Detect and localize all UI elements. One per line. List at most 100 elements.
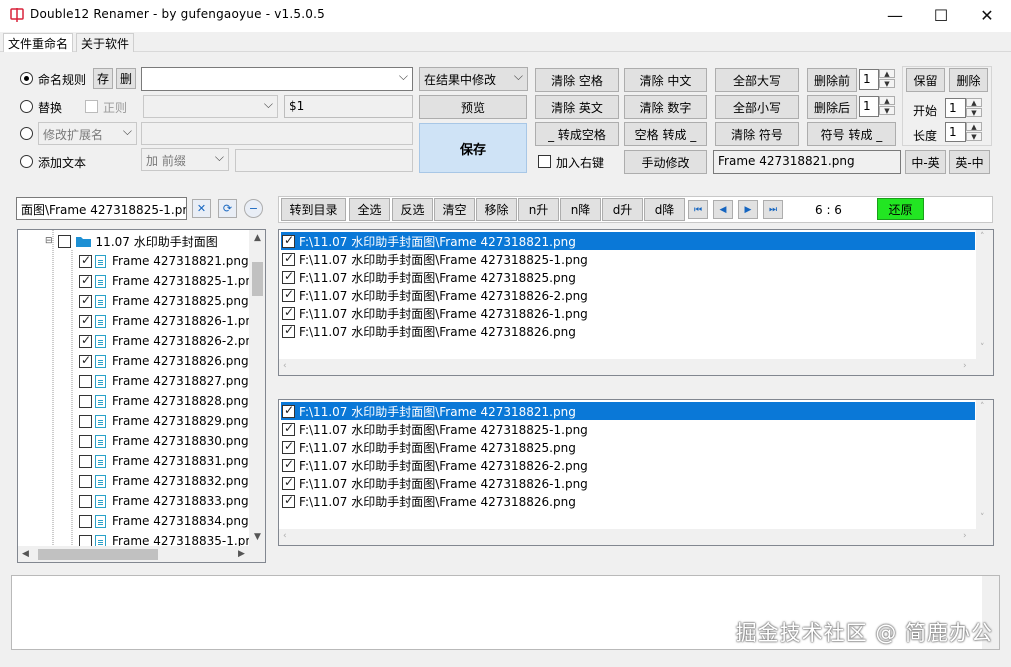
invert-selection-button[interactable]: 反选 [392,198,433,221]
ext-select[interactable]: 修改扩展名 [38,122,137,145]
source-list-checkbox[interactable] [282,287,295,302]
tree-file-checkbox[interactable] [79,434,92,448]
n-desc-button[interactable]: n降 [560,198,601,221]
zh-en-button[interactable]: 中-英 [905,150,946,174]
tree-file-row[interactable]: Frame 427318826-1.pn [79,311,253,331]
tree-file-row[interactable]: Frame 427318830.png [79,431,249,451]
source-list-row[interactable]: F:\11.07 水印助手封面图\Frame 427318825.png [281,268,975,286]
tree-file-checkbox[interactable] [79,253,92,268]
source-hscrollbar[interactable]: ‹ › [279,359,993,375]
source-scrollbar[interactable]: ˄ ˅ [976,230,993,359]
regex-checkbox[interactable] [85,100,98,113]
source-list-row[interactable]: F:\11.07 水印助手封面图\Frame 427318826-2.png [281,286,975,304]
tab-about[interactable]: 关于软件 [76,33,135,52]
file-tree[interactable]: ⊟ 11.07 水印助手封面图 Frame 427318821.png Frame… [17,229,266,563]
en-zh-button[interactable]: 英-中 [949,150,990,174]
ext-radio[interactable] [20,127,33,140]
result-list-checkbox[interactable] [282,421,295,436]
delete-after-button[interactable]: 删除后 [807,95,857,119]
delete-before-down-icon[interactable]: ▼ [879,79,895,88]
tree-file-checkbox[interactable] [79,394,92,408]
result-list-checkbox[interactable] [282,475,295,490]
clear-symbols-button[interactable]: 清除 符号 [715,122,799,146]
length-field[interactable]: 1 [945,122,966,142]
tree-file-checkbox[interactable] [79,374,92,388]
minus-circle-icon[interactable]: − [244,199,263,218]
source-list-row[interactable]: F:\11.07 水印助手封面图\Frame 427318826-1.png [281,304,975,322]
clear-english-button[interactable]: 清除 英文 [535,95,619,119]
source-list[interactable]: F:\11.07 水印助手封面图\Frame 427318821.png F:\1… [278,229,994,376]
close-icon[interactable]: ✕ [192,199,211,218]
clear-list-button[interactable]: 清空 [434,198,475,221]
result-hscrollbar[interactable]: ‹ › [279,529,993,545]
tree-folder-checkbox[interactable] [57,234,71,248]
clear-digits-button[interactable]: 清除 数字 [624,95,707,119]
mode-select[interactable]: 在结果中修改 [419,67,528,91]
tab-file-rename[interactable]: 文件重命名 [3,33,74,53]
result-list-row[interactable]: F:\11.07 水印助手封面图\Frame 427318821.png [281,402,975,420]
all-upper-button[interactable]: 全部大写 [715,68,799,92]
rule-select[interactable] [141,67,413,91]
result-list[interactable]: F:\11.07 水印助手封面图\Frame 427318821.png F:\1… [278,399,994,546]
tree-file-checkbox[interactable] [79,333,92,348]
length-down-icon[interactable]: ▼ [966,132,982,141]
restore-button[interactable]: 还原 [877,198,924,220]
close-button[interactable]: ✕ [964,0,1010,31]
tree-scroll-thumb[interactable] [252,262,263,296]
add-position-select[interactable]: 加 前缀 [141,148,229,171]
source-list-checkbox[interactable] [282,305,295,320]
tree-file-checkbox[interactable] [79,313,92,328]
delete-before-button[interactable]: 删除前 [807,68,857,92]
goto-dir-button[interactable]: 转到目录 [281,198,346,221]
replace-with-field[interactable]: $1 [284,95,413,118]
tree-file-row[interactable]: Frame 427318831.png [79,451,249,471]
delete-after-down-icon[interactable]: ▼ [879,106,895,115]
tree-file-checkbox[interactable] [79,293,92,308]
keep-button[interactable]: 保留 [906,68,945,92]
result-list-row[interactable]: F:\11.07 水印助手封面图\Frame 427318826.png [281,492,975,510]
length-up-icon[interactable]: ▲ [966,122,982,131]
delete-after-up-icon[interactable]: ▲ [879,96,895,105]
filename-field[interactable]: Frame 427318821.png [713,150,901,174]
select-all-button[interactable]: 全选 [349,198,390,221]
tree-file-checkbox[interactable] [79,494,92,508]
tree-file-row[interactable]: Frame 427318826-2.pn [79,331,253,351]
result-list-row[interactable]: F:\11.07 水印助手封面图\Frame 427318826-2.png [281,456,975,474]
maximize-button[interactable]: ☐ [918,0,964,31]
tree-file-row[interactable]: Frame 427318834.png [79,511,249,531]
result-list-row[interactable]: F:\11.07 水印助手封面图\Frame 427318825-1.png [281,420,975,438]
d-desc-button[interactable]: d降 [644,198,685,221]
result-list-checkbox[interactable] [282,493,295,508]
symbol-to-underscore-button[interactable]: 符号 转成 _ [807,122,896,146]
tree-folder-row[interactable]: ⊟ 11.07 水印助手封面图 [45,231,218,251]
first-icon[interactable]: ⏮ [688,200,708,219]
clear-chinese-button[interactable]: 清除 中文 [624,68,707,92]
last-icon[interactable]: ⏭ [763,200,783,219]
clear-space-button[interactable]: 清除 空格 [535,68,619,92]
preview-button[interactable]: 预览 [419,95,527,119]
n-asc-button[interactable]: n升 [518,198,559,221]
tree-scrollbar-horizontal[interactable]: ◀ ▶ [18,546,265,562]
result-list-checkbox[interactable] [282,457,295,472]
tree-file-row[interactable]: Frame 427318832.png [79,471,249,491]
replace-radio[interactable] [20,100,33,113]
delete-rule-button[interactable]: 删 [116,68,136,89]
tree-file-checkbox[interactable] [79,474,92,488]
path-field[interactable]: 面图\Frame 427318825-1.png [16,197,187,220]
add-text-radio[interactable] [20,155,33,168]
tree-file-row[interactable]: Frame 427318825.png [79,291,249,311]
tree-file-checkbox[interactable] [79,514,92,528]
source-list-checkbox[interactable] [282,233,295,248]
tree-file-row[interactable]: Frame 427318825-1.png [79,271,261,291]
tree-file-row[interactable]: Frame 427318827.png [79,371,249,391]
tree-file-row[interactable]: Frame 427318828.png [79,391,249,411]
source-list-row[interactable]: F:\11.07 水印助手封面图\Frame 427318826.png [281,322,975,340]
tree-file-row[interactable]: Frame 427318829.png [79,411,249,431]
d-asc-button[interactable]: d升 [602,198,643,221]
tree-file-row[interactable]: Frame 427318821.png [79,251,249,271]
source-list-row[interactable]: F:\11.07 水印助手封面图\Frame 427318825-1.png [281,250,975,268]
tree-scrollbar-vertical[interactable]: ▲ ▼ [249,230,265,546]
tree-file-checkbox[interactable] [79,353,92,368]
delete-button[interactable]: 删除 [949,68,988,92]
source-list-checkbox[interactable] [282,323,295,338]
